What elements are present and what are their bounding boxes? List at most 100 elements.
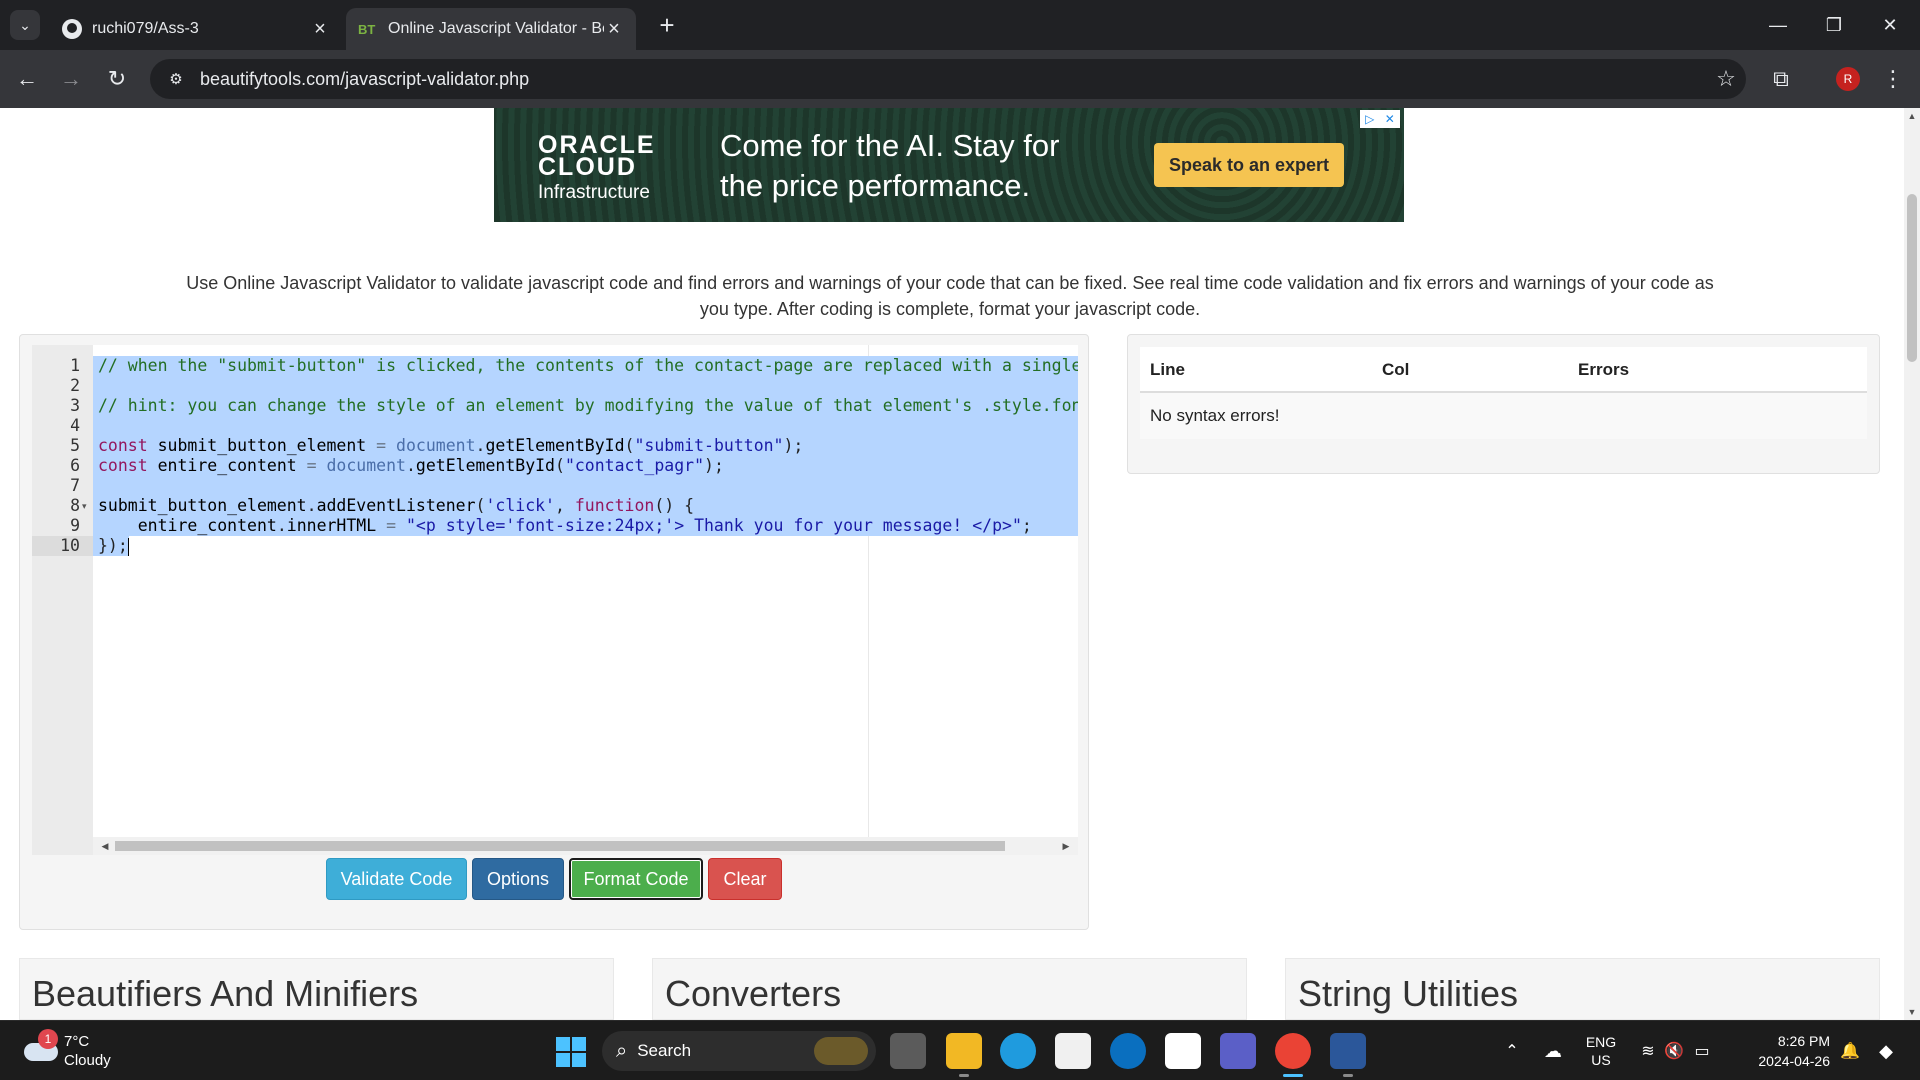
no-errors-message: No syntax errors! (1150, 406, 1280, 425)
weather-cloud-icon[interactable]: 1 (22, 1029, 58, 1061)
line-number-gutter: 1 2 3 4 5 6 7 8 ▾ 9 10 (32, 345, 93, 855)
section-converters: Converters (652, 958, 1247, 1020)
word-icon[interactable] (1330, 1033, 1366, 1077)
start-windows-icon[interactable] (556, 1037, 586, 1067)
page-description: Use Online Javascript Validator to valid… (186, 273, 1714, 319)
search-highlight-image (814, 1037, 868, 1065)
stocks-app-icon[interactable] (1165, 1033, 1201, 1069)
code-editor[interactable]: 1 2 3 4 5 6 7 8 ▾ 9 10 // when the "submit-button"… (32, 345, 1078, 855)
code-line[interactable]: submit_button_element.addEventListener('… (93, 496, 1078, 516)
bookmark-star-icon[interactable]: ☆ (1706, 66, 1746, 92)
wifi-icon[interactable]: ≋ (1636, 1021, 1660, 1080)
close-tab-icon[interactable]: × (604, 18, 624, 41)
tab-github[interactable]: ruchi079/Ass-3 × (50, 8, 342, 50)
results-table: Line Col Errors No syntax errors! (1140, 347, 1867, 439)
code-line[interactable]: // when the "submit-button" is clicked, … (93, 356, 1078, 376)
forward-icon[interactable]: → (56, 64, 86, 94)
oracle-cloud-ad-banner[interactable]: ORACLE CLOUD Infrastructure Come for the… (494, 108, 1404, 222)
code-line[interactable]: // hint: you can change the style of an … (93, 396, 1078, 416)
column-header-col: Col (1382, 360, 1410, 379)
page-content: ORACLE CLOUD Infrastructure Come for the… (0, 108, 1904, 1020)
table-row: No syntax errors! (1140, 393, 1867, 439)
line-number: 1 (70, 356, 80, 375)
code-line[interactable] (93, 416, 1078, 436)
validate-code-button[interactable]: Validate Code (326, 858, 467, 900)
close-window-icon[interactable]: ✕ (1862, 0, 1918, 50)
microsoft-store-icon[interactable] (1055, 1033, 1091, 1069)
new-tab-button[interactable]: + (652, 10, 682, 40)
code-line[interactable] (93, 376, 1078, 396)
profile-avatar[interactable]: R (1836, 67, 1860, 91)
ad-headline: Come for the AI. Stay for the price perf… (720, 128, 1060, 203)
line-number: 3 (70, 396, 80, 415)
page-vertical-scrollbar[interactable]: ▲ ▼ (1904, 108, 1920, 1020)
fold-toggle-icon[interactable]: ▾ (82, 496, 92, 516)
tab-title: ruchi079/Ass-3 (92, 20, 199, 37)
options-button[interactable]: Options (472, 858, 564, 900)
search-label: Search (637, 1041, 692, 1060)
horizontal-scrollbar[interactable]: ◀ ▶ (93, 837, 1078, 855)
column-header-errors: Errors (1578, 360, 1630, 379)
volume-muted-icon[interactable]: 🔇 (1662, 1021, 1686, 1080)
clock[interactable]: 8:26 PM 2024-04-26 (1730, 1031, 1830, 1071)
section-title: Beautifiers And Minifiers (32, 973, 419, 1014)
teams-icon[interactable] (1220, 1033, 1256, 1069)
scroll-right-icon[interactable]: ▶ (1058, 837, 1074, 855)
onedrive-icon[interactable]: ☁ (1538, 1021, 1568, 1080)
code-line[interactable]: const submit_button_element = document.g… (93, 436, 1078, 456)
code-line[interactable]: }); (93, 536, 129, 556)
close-tab-icon[interactable]: × (310, 18, 330, 41)
vertical-scroll-thumb[interactable] (1907, 194, 1917, 362)
extensions-icon[interactable]: ⧉ (1766, 64, 1796, 94)
scroll-down-icon[interactable]: ▼ (1904, 1004, 1920, 1020)
reload-icon[interactable]: ↻ (102, 64, 132, 94)
line-number: 5 (70, 436, 80, 455)
site-info-icon[interactable]: ⚙ (158, 64, 194, 94)
scroll-up-icon[interactable]: ▲ (1904, 108, 1920, 124)
language-indicator[interactable]: ENG US (1576, 1021, 1626, 1080)
line-number: 4 (70, 416, 80, 435)
scroll-left-icon[interactable]: ◀ (97, 837, 113, 855)
menu-kebab-icon[interactable]: ⋮ (1878, 64, 1908, 94)
line-number: 7 (70, 476, 80, 495)
format-code-button[interactable]: Format Code (569, 858, 703, 900)
tab-javascript-validator[interactable]: BT Online Javascript Validator - Be × (346, 8, 636, 50)
code-area[interactable]: // when the "submit-button" is clicked, … (93, 345, 1078, 837)
dell-icon[interactable] (1110, 1033, 1146, 1069)
code-line[interactable]: entire_content.innerHTML = "<p style='fo… (93, 516, 1078, 536)
weather-condition[interactable]: Cloudy (64, 1052, 111, 1069)
restore-icon[interactable]: ❐ (1806, 0, 1862, 50)
back-icon[interactable]: ← (12, 64, 42, 94)
github-icon (62, 19, 82, 39)
adchoices-icon[interactable]: ▷ ✕ (1360, 110, 1400, 128)
text-caret (127, 537, 129, 556)
windows-taskbar: 1 7°C Cloudy ⌕ Search ⌃ ☁ ENG US ≋ 🔇 ▭ 8… (0, 1020, 1920, 1080)
taskbar-search-box[interactable]: ⌕ Search (602, 1031, 876, 1071)
section-beautifiers-minifiers: Beautifiers And Minifiers (19, 958, 614, 1020)
url-text[interactable]: beautifytools.com/javascript-validator.p… (200, 69, 1706, 90)
notification-badge: 1 (38, 1029, 58, 1049)
edge-browser-icon[interactable] (1000, 1033, 1036, 1069)
section-title: String Utilities (1298, 973, 1519, 1014)
column-header-line: Line (1150, 360, 1185, 379)
task-view-icon[interactable] (890, 1033, 926, 1069)
tab-search-dropdown-icon[interactable]: ⌄ (10, 10, 40, 40)
ad-cta-button[interactable]: Speak to an expert (1154, 143, 1344, 187)
notifications-bell-icon[interactable]: 🔔 (1838, 1021, 1862, 1080)
file-explorer-icon[interactable] (946, 1033, 982, 1077)
chrome-icon[interactable] (1275, 1033, 1311, 1077)
horizontal-scroll-thumb[interactable] (115, 841, 1005, 851)
code-line[interactable] (93, 476, 1078, 496)
battery-icon[interactable]: ▭ (1690, 1021, 1714, 1080)
weather-temperature[interactable]: 7°C (64, 1033, 89, 1050)
copilot-icon[interactable]: ◆ (1868, 1021, 1904, 1080)
address-bar[interactable]: ⚙ beautifytools.com/javascript-validator… (150, 59, 1746, 99)
line-number: 9 (70, 516, 80, 535)
results-table-header: Line Col Errors (1140, 347, 1867, 393)
clear-button[interactable]: Clear (708, 858, 782, 900)
show-hidden-icons-icon[interactable]: ⌃ (1500, 1021, 1524, 1080)
line-number: 6 (70, 456, 80, 475)
section-string-utilities: String Utilities (1285, 958, 1880, 1020)
code-line[interactable]: const entire_content = document.getEleme… (93, 456, 1078, 476)
minimize-icon[interactable]: — (1750, 0, 1806, 50)
